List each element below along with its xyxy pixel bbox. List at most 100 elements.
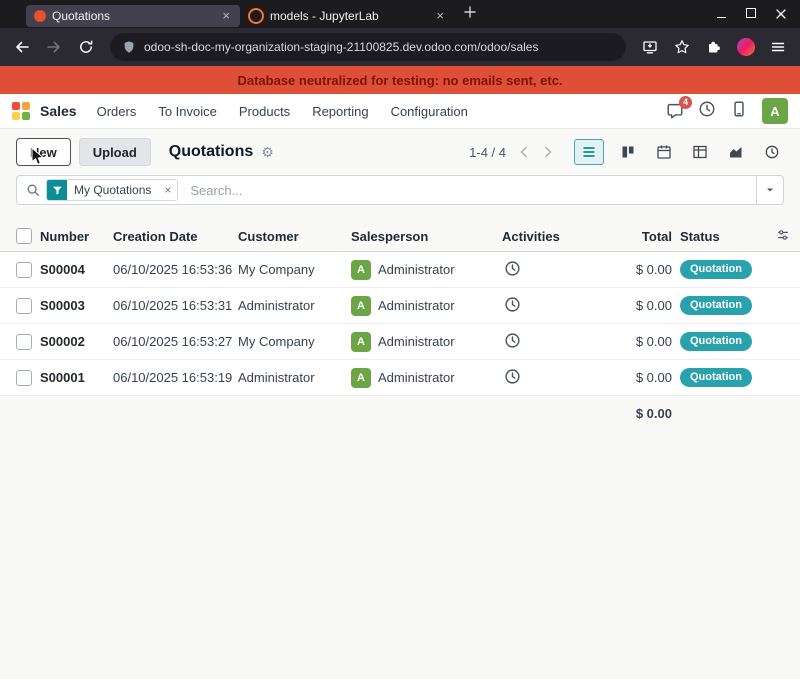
table-row[interactable]: S00002 06/10/2025 16:53:27 My Company A … [0, 324, 800, 360]
salesperson-name: Administrator [378, 298, 455, 313]
graph-view-icon[interactable] [724, 140, 748, 164]
tab-close-icon[interactable]: × [434, 9, 446, 22]
row-checkbox[interactable] [16, 262, 32, 278]
activity-view-icon[interactable] [760, 140, 784, 164]
send-to-device-icon[interactable] [636, 33, 664, 61]
new-tab-button[interactable] [464, 5, 476, 23]
upload-button[interactable]: Upload [79, 138, 151, 166]
neutralized-banner-text: Database neutralized for testing: no ema… [237, 73, 562, 88]
page-title: Quotations [169, 143, 253, 161]
row-total: $ 0.00 [560, 370, 672, 385]
customer-name: Administrator [238, 370, 351, 385]
apps-menu-icon[interactable] [12, 102, 30, 120]
odoo-favicon [34, 10, 46, 22]
activities-clock-icon[interactable] [698, 100, 716, 123]
list-view-icon[interactable] [574, 139, 604, 165]
table-header: Number Creation Date Customer Salesperso… [0, 221, 800, 252]
close-button[interactable] [776, 9, 786, 19]
profile-avatar-icon[interactable] [732, 33, 760, 61]
status-badge: Quotation [680, 332, 752, 351]
menu-products[interactable]: Products [239, 104, 290, 119]
column-header-activities[interactable]: Activities [502, 229, 560, 244]
quotations-list: Number Creation Date Customer Salesperso… [0, 221, 800, 430]
menu-to-invoice[interactable]: To Invoice [158, 104, 217, 119]
search-input[interactable] [188, 182, 756, 199]
activity-clock-icon[interactable] [504, 368, 521, 388]
salesperson-avatar: A [351, 368, 371, 388]
status-badge: Quotation [680, 296, 752, 315]
gear-icon[interactable]: ⚙ [261, 144, 274, 161]
pivot-view-icon[interactable] [688, 140, 712, 164]
messages-icon[interactable]: 4 [666, 102, 684, 120]
activity-clock-icon[interactable] [504, 332, 521, 352]
salesperson-name: Administrator [378, 334, 455, 349]
calendar-view-icon[interactable] [652, 140, 676, 164]
salesperson-name: Administrator [378, 262, 455, 277]
status-badge: Quotation [680, 368, 752, 387]
forward-icon[interactable] [40, 33, 68, 61]
extensions-puzzle-icon[interactable] [700, 33, 728, 61]
browser-titlebar: Quotations × models - JupyterLab × [0, 0, 800, 28]
tab-title: models - JupyterLab [270, 9, 428, 23]
activity-clock-icon[interactable] [504, 296, 521, 316]
menu-orders[interactable]: Orders [97, 104, 137, 119]
column-header-salesperson[interactable]: Salesperson [351, 229, 502, 244]
odoo-navbar: Sales Orders To Invoice Products Reporti… [0, 94, 800, 129]
salesperson-avatar: A [351, 332, 371, 352]
table-row[interactable]: S00004 06/10/2025 16:53:36 My Company A … [0, 252, 800, 288]
customer-name: My Company [238, 334, 351, 349]
tab-close-icon[interactable]: × [220, 9, 232, 22]
select-all-checkbox[interactable] [16, 228, 32, 244]
footer-total-sum: $ 0.00 [560, 406, 672, 421]
facet-label: My Quotations [67, 180, 158, 200]
column-header-total[interactable]: Total [560, 229, 672, 244]
pager-next-icon[interactable] [540, 144, 556, 160]
table-body: S00004 06/10/2025 16:53:36 My Company A … [0, 252, 800, 396]
creation-date: 06/10/2025 16:53:19 [113, 370, 238, 385]
mouse-cursor [31, 147, 45, 167]
maximize-button[interactable] [746, 5, 756, 23]
tab-jupyterlab[interactable]: models - JupyterLab × [240, 5, 454, 27]
jupyter-favicon [248, 8, 264, 24]
menu-reporting[interactable]: Reporting [312, 104, 368, 119]
app-name[interactable]: Sales [40, 103, 77, 119]
row-checkbox[interactable] [16, 298, 32, 314]
minimize-button[interactable] [717, 5, 726, 23]
shield-icon [122, 40, 136, 54]
pager-and-views: 1-4 / 4 [469, 139, 784, 165]
filter-funnel-icon [47, 180, 67, 200]
search-bar[interactable]: My Quotations × [16, 175, 784, 205]
window-controls [703, 5, 800, 23]
optional-columns-icon[interactable] [776, 228, 790, 245]
row-checkbox[interactable] [16, 334, 32, 350]
pager-previous-icon[interactable] [516, 144, 532, 160]
menu-configuration[interactable]: Configuration [391, 104, 468, 119]
search-facet-my-quotations[interactable]: My Quotations × [46, 179, 178, 201]
column-header-number[interactable]: Number [40, 229, 113, 244]
column-header-creation-date[interactable]: Creation Date [113, 229, 238, 244]
search-dropdown-caret-icon[interactable] [756, 176, 783, 204]
row-total: $ 0.00 [560, 334, 672, 349]
column-header-status[interactable]: Status [672, 229, 772, 244]
kanban-view-icon[interactable] [616, 140, 640, 164]
creation-date: 06/10/2025 16:53:27 [113, 334, 238, 349]
tab-quotations[interactable]: Quotations × [26, 5, 240, 27]
reload-icon[interactable] [72, 33, 100, 61]
quotation-number: S00003 [40, 298, 85, 313]
column-header-customer[interactable]: Customer [238, 229, 351, 244]
row-total: $ 0.00 [560, 262, 672, 277]
device-icon[interactable] [730, 100, 748, 123]
bookmark-star-icon[interactable] [668, 33, 696, 61]
pager-label: 1-4 / 4 [469, 145, 506, 160]
tab-title: Quotations [52, 9, 214, 23]
table-row[interactable]: S00003 06/10/2025 16:53:31 Administrator… [0, 288, 800, 324]
row-total: $ 0.00 [560, 298, 672, 313]
row-checkbox[interactable] [16, 370, 32, 386]
facet-close-icon[interactable]: × [158, 180, 177, 200]
user-avatar[interactable]: A [762, 98, 788, 124]
url-bar[interactable]: odoo-sh-doc-my-organization-staging-2110… [110, 33, 626, 61]
back-icon[interactable] [8, 33, 36, 61]
table-row[interactable]: S00001 06/10/2025 16:53:19 Administrator… [0, 360, 800, 396]
activity-clock-icon[interactable] [504, 260, 521, 280]
menu-hamburger-icon[interactable] [764, 33, 792, 61]
